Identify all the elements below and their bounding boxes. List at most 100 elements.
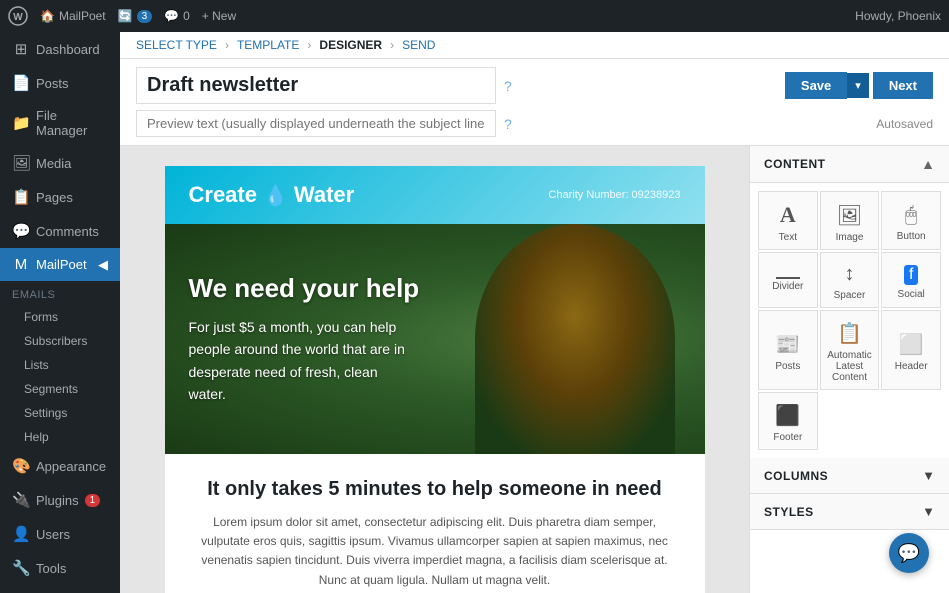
sidebar-sub-lists[interactable]: Lists: [0, 353, 120, 377]
block-button-label: Button: [897, 231, 926, 242]
block-automatic-latest-content[interactable]: 📋 Automatic Latest Content: [820, 310, 880, 390]
block-text-icon: A: [780, 202, 796, 228]
email-hero: We need your help For just $5 a month, y…: [165, 224, 705, 454]
comments-sidebar-icon: 💬: [12, 222, 30, 240]
save-button[interactable]: Save: [785, 72, 847, 99]
sidebar-item-settings[interactable]: ⚙️ Settings 1: [0, 585, 120, 593]
chat-icon: 💬: [898, 543, 920, 564]
block-text[interactable]: A Text: [758, 191, 818, 250]
media-icon: 🖼: [12, 154, 30, 172]
preview-row: ? Autosaved: [136, 110, 933, 137]
comments-icon: 💬: [164, 9, 179, 23]
breadcrumb-step-send[interactable]: SEND: [402, 38, 435, 52]
breadcrumb-step-select-type[interactable]: SELECT TYPE: [136, 38, 217, 52]
top-bar: W 🏠 MailPoet 🔄 3 💬 0 + New Howdy, Phoeni…: [0, 0, 949, 32]
sidebar-sub-forms[interactable]: Forms: [0, 305, 120, 329]
new-item[interactable]: + New: [202, 9, 236, 23]
sidebar-sub-settings[interactable]: Settings: [0, 401, 120, 425]
tools-icon: 🔧: [12, 559, 30, 577]
block-image-label: Image: [836, 232, 864, 243]
block-posts[interactable]: 📰 Posts: [758, 310, 818, 390]
newsletter-title-input[interactable]: [136, 67, 496, 104]
block-social-icon: f: [904, 265, 918, 285]
wp-logo-item[interactable]: W: [8, 6, 28, 26]
block-header[interactable]: ⬜ Header: [881, 310, 941, 390]
hero-text: We need your help For just $5 a month, y…: [165, 253, 444, 426]
email-header-band: Create 💧 Water Charity Number: 09238923: [165, 166, 705, 224]
breadcrumb-step-designer[interactable]: DESIGNER: [319, 38, 382, 52]
appearance-icon: 🎨: [12, 457, 30, 475]
sidebar-item-tools[interactable]: 🔧 Tools: [0, 551, 120, 585]
next-button[interactable]: Next: [873, 72, 933, 99]
content-blocks-grid: A Text 🖼 Image 🖱 Button: [750, 183, 949, 458]
hero-title: We need your help: [189, 273, 420, 304]
sidebar-item-mailpoet[interactable]: M MailPoet ◀: [0, 248, 120, 281]
block-social-label: Social: [898, 289, 925, 300]
site-name[interactable]: 🏠 MailPoet: [40, 9, 106, 23]
block-button[interactable]: 🖱 Button: [881, 191, 941, 250]
sidebar-sub-segments[interactable]: Segments: [0, 377, 120, 401]
block-header-label: Header: [895, 361, 928, 372]
editor-body: Create 💧 Water Charity Number: 09238923 …: [120, 146, 949, 593]
sidebar-item-appearance[interactable]: 🎨 Appearance: [0, 449, 120, 483]
sidebar-item-users[interactable]: 👤 Users: [0, 517, 120, 551]
comments-item[interactable]: 💬 0: [164, 9, 190, 23]
block-spacer-icon: ↕: [844, 263, 854, 286]
sidebar-item-pages[interactable]: 📋 Pages: [0, 180, 120, 214]
styles-title: STYLES: [764, 505, 814, 519]
sidebar-item-posts[interactable]: 📄 Posts: [0, 66, 120, 100]
block-divider-label: Divider: [772, 281, 803, 292]
dashboard-icon: ⊞: [12, 40, 30, 58]
save-dropdown-button[interactable]: ▾: [847, 73, 869, 98]
title-help-icon[interactable]: ?: [504, 78, 512, 94]
updates-item[interactable]: 🔄 3: [118, 9, 153, 23]
preview-text-input[interactable]: [136, 110, 496, 137]
columns-title: COLUMNS: [764, 469, 828, 483]
block-posts-icon: 📰: [775, 332, 800, 357]
block-image[interactable]: 🖼 Image: [820, 191, 880, 250]
autosaved-label: Autosaved: [876, 117, 933, 131]
sidebar-sub-help[interactable]: Help: [0, 425, 120, 449]
block-social[interactable]: f Social: [881, 252, 941, 308]
svg-text:W: W: [13, 12, 23, 23]
sidebar: ⊞ Dashboard 📄 Posts 📁 File Manager 🖼 Med…: [0, 32, 120, 593]
home-icon: 🏠: [40, 9, 55, 23]
sidebar-item-file-manager[interactable]: 📁 File Manager: [0, 100, 120, 146]
block-footer-icon: ⬛: [775, 403, 800, 428]
content-collapse-btn[interactable]: ▲: [921, 156, 935, 172]
block-image-icon: 🖼: [837, 203, 862, 228]
email-brand: Create 💧 Water: [189, 182, 355, 208]
content-area: SELECT TYPE › TEMPLATE › DESIGNER › SEND…: [120, 32, 949, 593]
content-panel-header: CONTENT ▲: [750, 146, 949, 183]
plugins-icon: 🔌: [12, 491, 30, 509]
breadcrumb-step-template[interactable]: TEMPLATE: [237, 38, 299, 52]
pages-icon: 📋: [12, 188, 30, 206]
right-panel: CONTENT ▲ A Text 🖼 Image: [749, 146, 949, 593]
sidebar-item-plugins[interactable]: 🔌 Plugins 1: [0, 483, 120, 517]
block-posts-label: Posts: [775, 361, 800, 372]
save-group: Save ▾ Next: [785, 72, 933, 99]
chat-bubble[interactable]: 💬: [889, 533, 929, 573]
columns-expand-icon: ▼: [922, 468, 935, 483]
block-alc-icon: 📋: [837, 321, 862, 346]
breadcrumb-sep-1: ›: [225, 38, 229, 52]
editor-header: ? Save ▾ Next ? Autosaved: [120, 59, 949, 146]
sidebar-item-dashboard[interactable]: ⊞ Dashboard: [0, 32, 120, 66]
email-content-title: It only takes 5 minutes to help someone …: [189, 478, 681, 501]
block-divider[interactable]: Divider: [758, 252, 818, 308]
content-section-title: CONTENT: [764, 157, 826, 171]
columns-section-header[interactable]: COLUMNS ▼: [750, 458, 949, 494]
water-drop-icon: 💧: [263, 183, 288, 208]
block-spacer[interactable]: ↕ Spacer: [820, 252, 880, 308]
sidebar-sub-subscribers[interactable]: Subscribers: [0, 329, 120, 353]
styles-section-header[interactable]: STYLES ▼: [750, 494, 949, 530]
sidebar-item-media[interactable]: 🖼 Media: [0, 146, 120, 180]
sidebar-item-comments[interactable]: 💬 Comments: [0, 214, 120, 248]
email-content-text: Lorem ipsum dolor sit amet, consectetur …: [189, 513, 681, 590]
block-divider-icon: [776, 277, 800, 279]
main-layout: ⊞ Dashboard 📄 Posts 📁 File Manager 🖼 Med…: [0, 32, 949, 593]
preview-help-icon[interactable]: ?: [504, 116, 512, 132]
block-footer[interactable]: ⬛ Footer: [758, 392, 818, 450]
greeting: Howdy, Phoenix: [855, 9, 941, 23]
mailpoet-collapse-icon: ◀: [98, 257, 108, 273]
